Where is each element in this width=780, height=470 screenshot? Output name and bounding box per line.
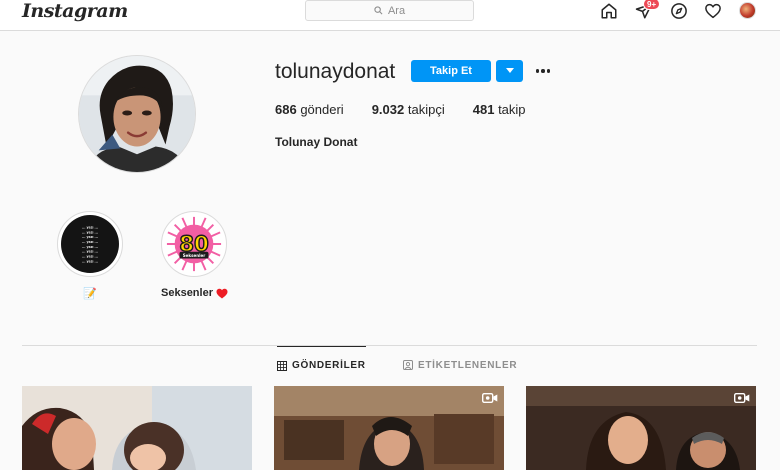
post-photo [22,386,252,470]
post-photo [274,386,504,470]
red-heart-icon [216,288,228,298]
tab-posts[interactable]: GÖNDERİLER [277,346,366,384]
grid-icon [277,360,287,371]
post-thumbnail[interactable] [22,386,252,470]
search-placeholder: Ara [387,4,406,17]
search-input[interactable]: Ara [305,0,474,21]
video-icon [482,393,498,403]
svg-text:... yazı ...: ... yazı ... [82,240,98,244]
svg-text:... yazı ...: ... yazı ... [82,230,98,234]
highlight-text-cover: ... yazı ... ... yazı ... ... yazı ... .… [61,215,119,273]
profile-full-name: Tolunay Donat [275,135,358,149]
profile-picture[interactable] [78,55,196,173]
follow-button[interactable]: Takip Et [411,60,491,82]
highlight-cover[interactable]: ... yazı ... ... yazı ... ... yazı ... .… [57,211,123,277]
top-navigation-bar: Instagram Ara 9+ [0,0,780,31]
story-highlight[interactable]: ... yazı ... ... yazı ... ... yazı ... .… [57,211,123,300]
tab-tagged[interactable]: ETİKETLENENLER [403,346,517,384]
search-icon [374,6,383,15]
svg-text:... yazı ...: ... yazı ... [82,245,98,249]
highlight-cover[interactable]: 80 Seksenler [161,211,227,277]
svg-text:... yazı ...: ... yazı ... [82,259,98,263]
story-highlight[interactable]: 80 Seksenler Seksenler [161,211,228,300]
post-photo [526,386,756,470]
svg-text:... yazı ...: ... yazı ... [82,255,98,259]
video-icon [734,393,750,403]
tab-posts-label: GÖNDERİLER [292,360,366,371]
svg-text:... yazı ...: ... yazı ... [82,235,98,239]
tagged-user-icon [403,360,413,370]
profile-stats: 686 gönderi 9.032 takipçi 481 takip [275,102,526,117]
posts-stat: 686 gönderi [275,102,344,117]
instagram-logo[interactable]: Instagram [22,0,128,22]
followers-stat[interactable]: 9.032 takipçi [372,102,445,117]
chevron-down-icon [505,68,514,73]
profile-username: tolunaydonat [275,60,396,83]
profile-avatar[interactable] [739,2,756,19]
tabs-divider [22,345,757,346]
highlight-label: Seksenler [161,286,228,300]
svg-text:Seksenler: Seksenler [183,253,206,258]
suggestions-dropdown-button[interactable] [496,60,523,82]
activity-heart-icon[interactable] [704,2,722,20]
seksenler-logo-cover: 80 Seksenler [165,215,223,273]
notification-badge: 9+ [643,0,661,10]
home-icon[interactable] [600,2,618,20]
post-thumbnail[interactable] [274,386,504,470]
svg-text:... yazı ...: ... yazı ... [82,250,98,254]
highlight-label: 📝 [83,287,97,300]
profile-photo [79,56,195,172]
explore-icon[interactable] [670,2,688,20]
post-thumbnail[interactable] [526,386,756,470]
following-stat[interactable]: 481 takip [473,102,526,117]
tab-tagged-label: ETİKETLENENLER [418,359,518,371]
svg-text:... yazı ...: ... yazı ... [82,226,98,230]
more-options-icon[interactable] [533,60,553,82]
